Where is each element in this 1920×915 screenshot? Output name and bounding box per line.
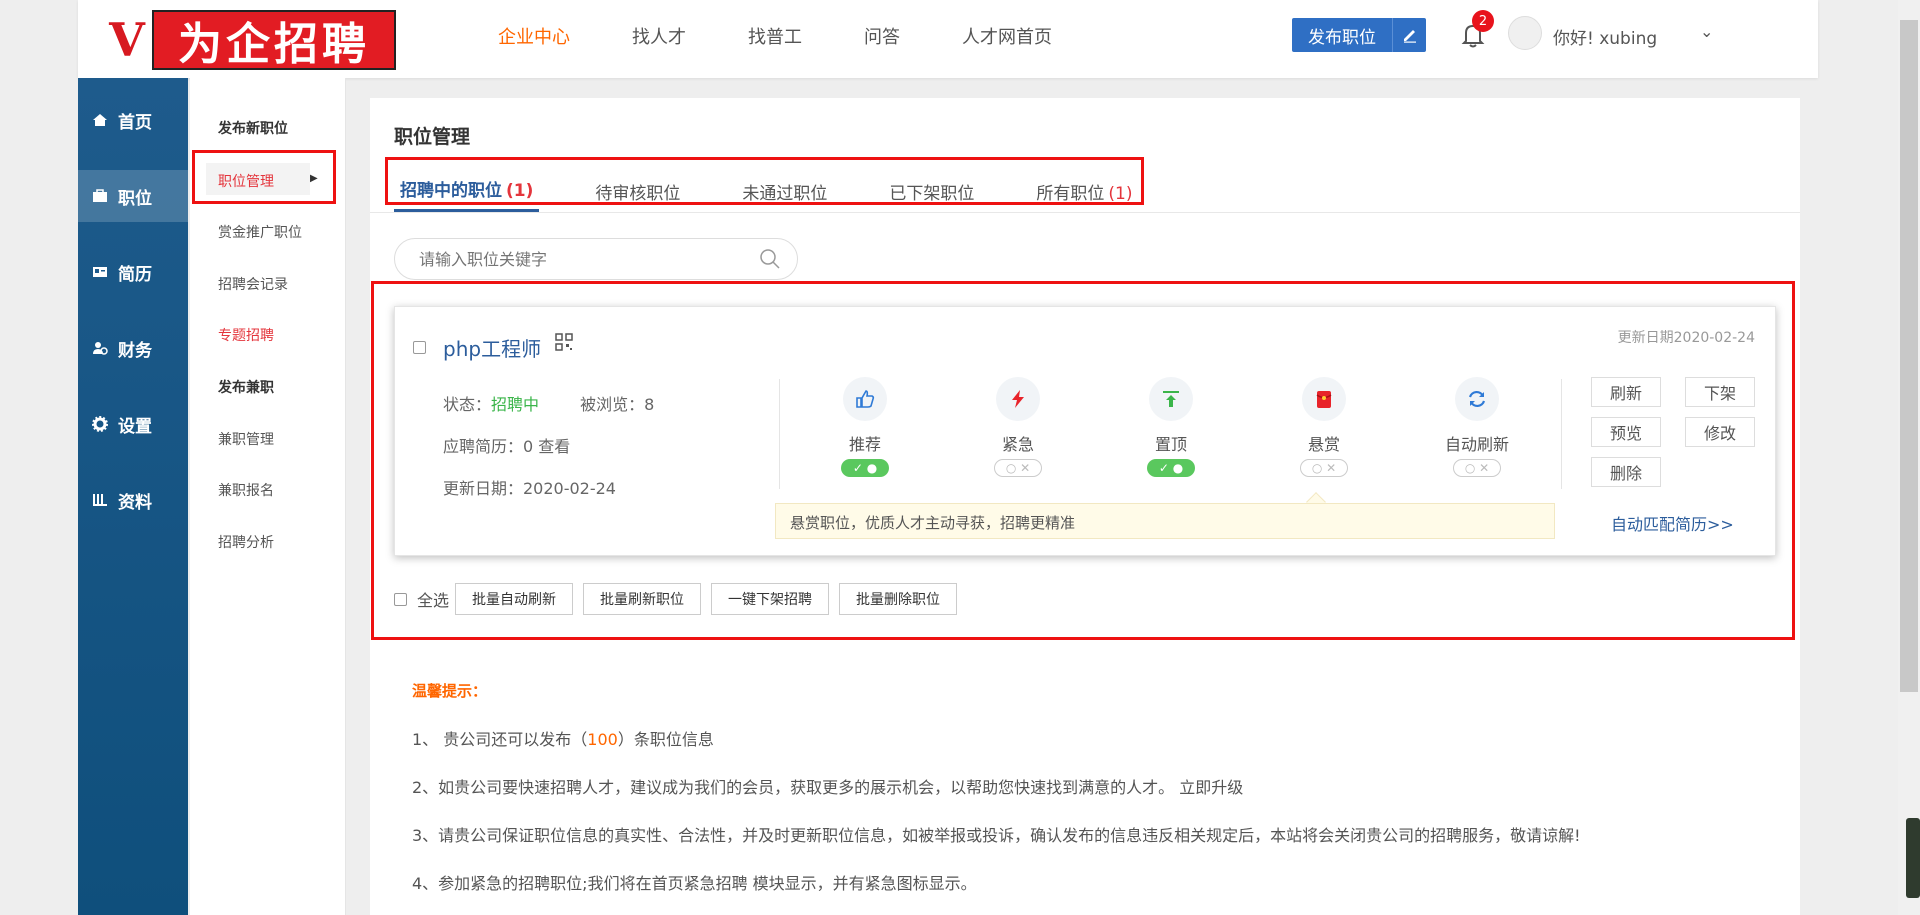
sidebar-item-finance[interactable]: 财务 [78, 322, 188, 374]
sub-item-parttime-apply[interactable]: 兼职报名 [218, 480, 274, 500]
sub-item-post-job[interactable]: 发布新职位 [218, 118, 288, 138]
logo-v: V [109, 13, 145, 67]
sub-item-post-parttime[interactable]: 发布兼职 [218, 377, 274, 397]
user-greeting[interactable]: 你好! xubing [1553, 24, 1657, 49]
nav-find-talent[interactable]: 找人才 [632, 23, 686, 49]
search-input[interactable] [419, 239, 749, 279]
top-nav: 企业中心 找人才 找普工 问答 人才网首页 [498, 0, 1114, 72]
nav-qa[interactable]: 问答 [864, 23, 900, 49]
home-icon [90, 112, 110, 128]
sub-item-parttime-manage[interactable]: 兼职管理 [218, 429, 274, 449]
sub-item-bounty-jobs[interactable]: 赏金推广职位 [218, 222, 302, 242]
sub-item-fair-records[interactable]: 招聘会记录 [218, 274, 288, 294]
nav-find-workers[interactable]: 找普工 [748, 23, 802, 49]
tip-line-4: 4、参加紧急的招聘职位;我们将在首页紧急招聘 模块显示，并有紧急图标显示。 [412, 874, 977, 893]
nav-talent-home[interactable]: 人才网首页 [962, 23, 1052, 49]
sidebar-item-label: 设置 [118, 416, 152, 437]
page-title: 职位管理 [394, 126, 471, 148]
tips-title: 温馨提示： [412, 682, 488, 700]
chevron-down-icon[interactable]: ⌄ [1700, 22, 1713, 41]
sidebar-item-label: 财务 [118, 340, 152, 361]
tip-line-1: 1、 贵公司还可以发布（100）条职位信息 [412, 730, 714, 749]
sidebar-item-profile[interactable]: 资料 [78, 474, 188, 526]
tip-line-3: 3、请贵公司保证职位信息的真实性、合法性，并及时更新职位信息，如被举报或投诉，确… [412, 826, 1581, 845]
profile-icon [90, 492, 110, 508]
sidebar-item-label: 首页 [118, 112, 152, 133]
sidebar-item-label: 资料 [118, 492, 152, 513]
avatar[interactable] [1508, 16, 1542, 50]
tray-widget [1906, 818, 1920, 898]
publish-job-button[interactable]: 发布职位 [1292, 18, 1426, 52]
sidebar-item-label: 简历 [118, 264, 152, 285]
scrollbar-thumb[interactable] [1900, 20, 1918, 692]
notification-badge: 2 [1472, 10, 1494, 32]
sidebar-item-resumes[interactable]: 简历 [78, 246, 188, 298]
gear-icon [90, 416, 110, 432]
id-card-icon [90, 264, 110, 280]
sub-item-special-recruit[interactable]: 专题招聘 [218, 325, 274, 345]
sub-item-recruit-analysis[interactable]: 招聘分析 [218, 532, 274, 552]
logo-text: 为企招聘 [152, 10, 396, 70]
nav-enterprise-center[interactable]: 企业中心 [498, 23, 570, 49]
finance-icon [90, 340, 110, 356]
sidebar-item-home[interactable]: 首页 [78, 94, 188, 146]
sidebar-item-settings[interactable]: 设置 [78, 398, 188, 450]
briefcase-icon [90, 188, 110, 204]
tip-line-2: 2、如贵公司要快速招聘人才，建议成为我们的会员，获取更多的展示机会，以帮助您快速… [412, 778, 1244, 797]
highlight-box-job-list [371, 281, 1795, 640]
main-sidebar: 首页 职位 简历 财务 设置 资料 [78, 78, 188, 915]
tabs-divider [370, 212, 1800, 213]
sidebar-item-label: 职位 [118, 188, 152, 209]
search-box [394, 238, 798, 280]
search-icon[interactable] [759, 248, 781, 274]
remaining-count: 100 [587, 730, 618, 749]
edit-icon [1392, 18, 1426, 52]
highlight-box-job-management [192, 150, 336, 204]
highlight-box-tabs [385, 157, 1144, 205]
sidebar-item-jobs[interactable]: 职位 [78, 170, 188, 222]
logo[interactable]: V 为企招聘 [102, 10, 396, 70]
publish-job-label: 发布职位 [1292, 18, 1392, 52]
